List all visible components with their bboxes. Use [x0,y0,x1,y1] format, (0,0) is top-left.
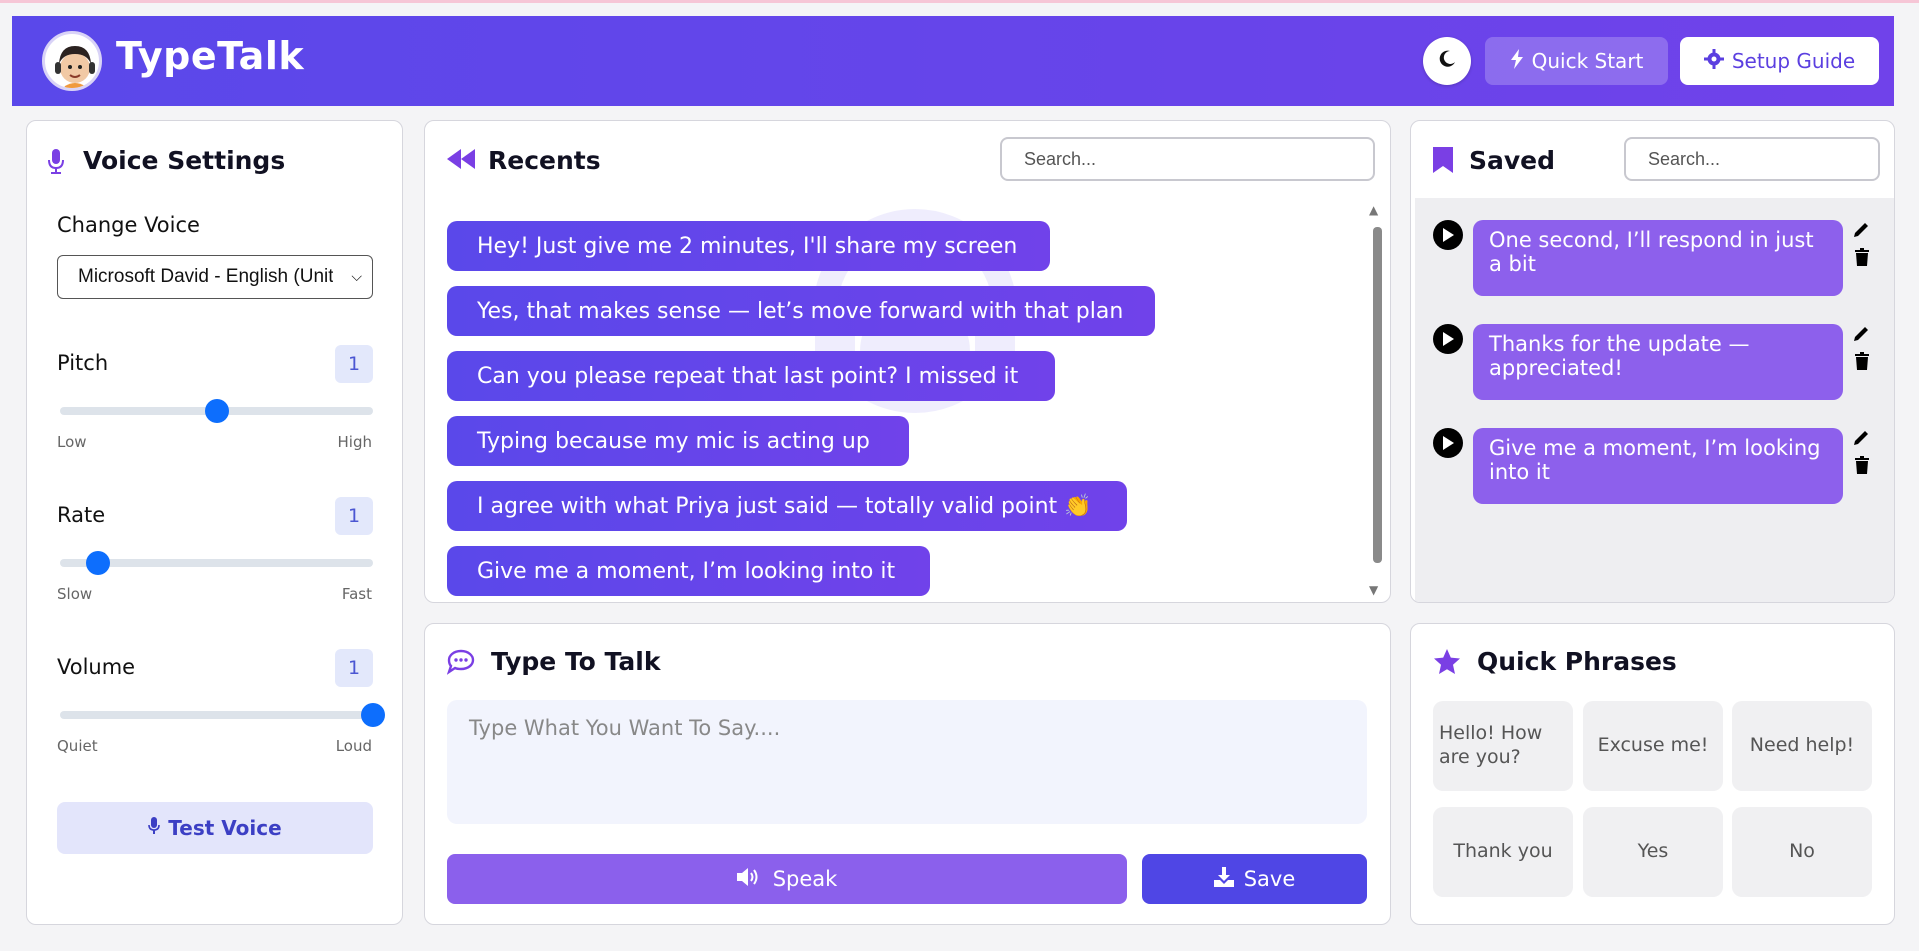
app-title: TypeTalk [116,34,305,78]
quick-start-button[interactable]: Quick Start [1485,37,1668,85]
recents-scrollbar-thumb[interactable] [1373,227,1382,563]
saved-search-input[interactable]: Search... [1624,137,1880,181]
volume-max-label: Loud [335,737,372,755]
quick-phrase-button[interactable]: Yes [1583,807,1723,897]
quick-start-label: Quick Start [1531,49,1644,73]
star-icon [1433,648,1461,680]
voice-select[interactable]: Microsoft David - English (United States… [57,255,373,299]
setup-guide-label: Setup Guide [1731,49,1856,73]
speaker-icon [736,867,763,892]
top-accent-line [0,0,1919,3]
quick-phrase-button[interactable]: Thank you [1433,807,1573,897]
quick-phrases-title: Quick Phrases [1477,647,1677,676]
voice-settings-panel: Voice Settings Change Voice Microsoft Da… [26,120,403,925]
recents-panel: Recents Search... Hey! Just give me 2 mi… [424,120,1391,603]
saved-title: Saved [1469,146,1556,175]
trash-icon[interactable] [1855,456,1869,478]
pitch-slider[interactable] [60,399,373,423]
recent-message[interactable]: Yes, that makes sense — let’s move forwa… [447,286,1155,336]
gear-icon [1703,48,1724,74]
saved-item: One second, I’ll respond in just a bit [1433,220,1894,300]
volume-label: Volume [57,655,136,679]
speak-label: Speak [772,867,838,891]
recent-message[interactable]: Typing because my mic is acting up [447,416,909,466]
saved-item: Thanks for the update — appreciated! [1433,324,1894,404]
pitch-value-badge: 1 [335,345,373,383]
rate-max-label: Fast [341,585,372,603]
theme-toggle-button[interactable] [1423,37,1471,85]
volume-min-label: Quiet [57,737,98,755]
edit-icon[interactable] [1853,324,1871,346]
recents-title: Recents [488,146,601,175]
message-textarea[interactable]: Type What You Want To Say.... [447,700,1367,824]
avatar [42,31,102,91]
scroll-down-arrow-icon[interactable]: ▼ [1369,583,1378,597]
app-header: TypeTalk Quick Start Setup Guide [12,16,1894,106]
quick-phrase-button[interactable]: Excuse me! [1583,701,1723,791]
moon-icon [1437,49,1457,73]
pitch-min-label: Low [57,433,87,451]
saved-message[interactable]: One second, I’ll respond in just a bit [1473,220,1843,296]
recent-message[interactable]: Can you please repeat that last point? I… [447,351,1055,401]
bolt-icon [1510,48,1524,74]
trash-icon[interactable] [1855,248,1869,270]
scroll-up-arrow-icon[interactable]: ▲ [1369,203,1378,217]
recent-message[interactable]: I agree with what Priya just said — tota… [447,481,1127,531]
recent-message[interactable]: Give me a moment, I’m looking into it [447,546,930,596]
type-to-talk-title: Type To Talk [491,647,661,676]
chevron-down-icon: ⌵ [351,268,362,284]
quick-phrase-button[interactable]: No [1732,807,1872,897]
play-icon[interactable] [1433,220,1463,250]
setup-guide-button[interactable]: Setup Guide [1680,37,1879,85]
saved-item: Give me a moment, I’m looking into it [1433,428,1894,508]
play-icon[interactable] [1433,324,1463,354]
saved-message[interactable]: Give me a moment, I’m looking into it [1473,428,1843,504]
rate-slider-thumb[interactable] [85,551,110,575]
rate-value-badge: 1 [335,497,373,535]
recent-message[interactable]: Hey! Just give me 2 minutes, I'll share … [447,221,1050,271]
saved-panel: Saved Search... One second, I’ll respond… [1410,120,1895,603]
voice-settings-title: Voice Settings [83,146,286,175]
volume-slider-thumb[interactable] [361,703,385,727]
save-button[interactable]: Save [1142,854,1367,904]
volume-value-badge: 1 [335,649,373,687]
bookmark-icon [1433,147,1453,177]
microphone-icon [47,149,65,179]
pitch-label: Pitch [57,351,109,375]
saved-list: One second, I’ll respond in just a bit T… [1415,198,1894,602]
saved-message[interactable]: Thanks for the update — appreciated! [1473,324,1843,400]
pitch-max-label: High [337,433,372,451]
test-voice-button[interactable]: Test Voice [57,802,373,854]
change-voice-label: Change Voice [57,213,200,237]
play-icon[interactable] [1433,428,1463,458]
volume-slider[interactable] [60,703,385,727]
pitch-slider-thumb[interactable] [204,399,229,423]
voice-select-value: Microsoft David - English (United States… [78,266,333,287]
edit-icon[interactable] [1853,220,1871,242]
speech-bubble-icon [446,649,475,679]
microphone-icon [148,816,161,840]
rate-min-label: Slow [57,585,93,603]
rate-label: Rate [57,503,106,527]
rate-slider[interactable] [60,551,373,575]
quick-phrase-button[interactable]: Need help! [1732,701,1872,791]
speak-button[interactable]: Speak [447,854,1127,904]
recents-search-input[interactable]: Search... [1000,137,1375,181]
rewind-icon [447,149,475,173]
type-to-talk-panel: Type To Talk Type What You Want To Say..… [424,623,1391,925]
download-icon [1213,866,1234,892]
test-voice-label: Test Voice [168,816,282,840]
save-label: Save [1243,867,1296,891]
trash-icon[interactable] [1855,352,1869,374]
quick-phrase-button[interactable]: Hello! How are you? [1433,701,1573,791]
edit-icon[interactable] [1853,428,1871,450]
quick-phrases-panel: Quick Phrases Hello! How are you? Excuse… [1410,623,1895,925]
